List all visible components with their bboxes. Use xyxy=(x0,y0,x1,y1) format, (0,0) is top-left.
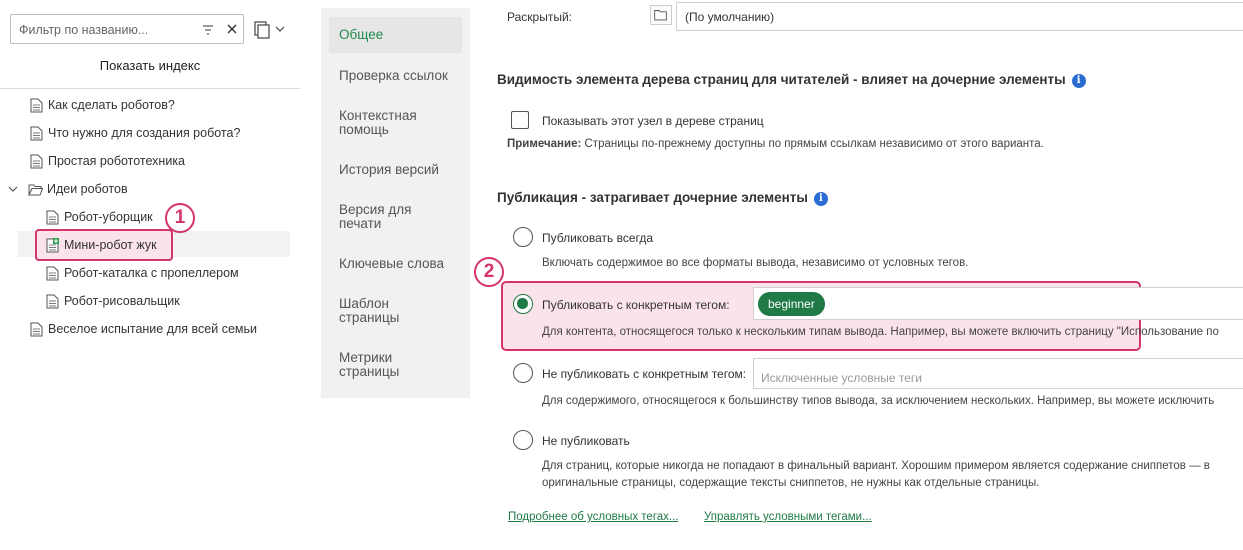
nav-item-link-check[interactable]: Проверка ссылок xyxy=(329,69,462,83)
nav-item-page-template[interactable]: Шаблон страницы xyxy=(329,297,419,325)
copy-dropdown-icon[interactable] xyxy=(254,19,288,39)
tree-item-label: Простая робототехника xyxy=(48,154,186,168)
never-publish-desc-2: оригинальные страницы, содержащие тексты… xyxy=(542,477,1040,489)
page-icon xyxy=(46,266,59,280)
nav-item-keywords[interactable]: Ключевые слова xyxy=(329,257,462,271)
tree-item[interactable]: Простая робототехника xyxy=(30,148,185,174)
folder-icon[interactable] xyxy=(650,5,672,25)
chevron-down-icon[interactable] xyxy=(8,184,18,194)
info-icon[interactable]: i xyxy=(1071,74,1086,88)
tree-item-label: Как сделать роботов? xyxy=(48,98,175,112)
included-tags-input[interactable] xyxy=(753,287,1243,320)
settings-nav: Общее Проверка ссылок Контекстная помощь… xyxy=(321,8,470,398)
tree-item-label: Робот-рисовальщик xyxy=(64,294,180,308)
note-label: Примечание: xyxy=(507,138,582,150)
tree-item-label: Робот-уборщик xyxy=(64,210,153,224)
callout-badge-2: 2 xyxy=(474,257,504,287)
tree-item-label: Что нужно для создания робота? xyxy=(48,126,241,140)
expanded-label: Раскрытый: xyxy=(507,10,572,24)
note-text: Примечание: Страницы по-прежнему доступн… xyxy=(507,138,1044,150)
never-publish-desc-1: Для страниц, которые никогда не попадают… xyxy=(542,460,1210,472)
nav-item-version-history[interactable]: История версий xyxy=(329,163,462,177)
learn-more-link[interactable]: Подробнее об условных тегах... xyxy=(508,511,679,523)
tree-folder-item[interactable]: Идеи роботов xyxy=(8,176,128,202)
tree-item[interactable]: Робот-уборщик xyxy=(46,204,153,230)
divider xyxy=(0,88,300,89)
tree-item[interactable]: Что нужно для создания робота? xyxy=(30,120,240,146)
tree-panel: Показать индекс 1 Как сделать роботов? Ч… xyxy=(0,0,300,550)
visibility-title-text: Видимость элемента дерева страниц для чи… xyxy=(497,72,1066,87)
filter-box xyxy=(10,14,244,44)
page-icon xyxy=(30,322,43,336)
nav-item-context-help[interactable]: Контекстная помощь xyxy=(329,109,439,137)
tree-item-selected[interactable]: Мини-робот жук xyxy=(46,232,157,258)
close-icon[interactable] xyxy=(225,22,239,36)
publish-without-tag-desc: Для содержимого, относящегося к большинс… xyxy=(542,395,1215,407)
tree-item-label: Робот-каталка с пропеллером xyxy=(64,266,239,280)
note-body: Страницы по-прежнему доступны по прямым … xyxy=(581,138,1044,150)
general-settings: Раскрытый: (По умолчанию) Видимость элем… xyxy=(470,0,1243,550)
publish-section-title: Публикация - затрагивает дочерние элемен… xyxy=(497,190,828,206)
nav-item-general[interactable]: Общее xyxy=(329,17,462,53)
nav-item-page-metrics[interactable]: Метрики страницы xyxy=(329,351,419,379)
publish-title-text: Публикация - затрагивает дочерние элемен… xyxy=(497,190,808,205)
radio-publish-always[interactable] xyxy=(513,227,533,247)
tree-item-label: Мини-робот жук xyxy=(64,238,157,252)
publish-with-tag-desc: Для контента, относящегося только к неск… xyxy=(542,326,1219,338)
filter-icon[interactable] xyxy=(201,23,215,37)
page-icon xyxy=(46,210,59,224)
tree-item-label: Идеи роботов xyxy=(47,182,128,196)
new-page-icon xyxy=(46,237,59,252)
never-publish-label: Не публиковать xyxy=(542,434,630,448)
publish-always-label: Публиковать всегда xyxy=(542,231,654,245)
callout-badge-1: 1 xyxy=(165,203,195,233)
page-icon xyxy=(30,98,43,112)
filter-input[interactable] xyxy=(19,21,189,39)
publish-without-tag-label: Не публиковать с конкретным тегом: xyxy=(542,367,747,381)
radio-publish-without-tag[interactable] xyxy=(513,363,533,383)
publish-always-desc: Включать содержимое во все форматы вывод… xyxy=(542,257,969,269)
publish-with-tag-label: Публиковать с конкретным тегом: xyxy=(542,298,730,312)
page-root: Показать индекс 1 Как сделать роботов? Ч… xyxy=(0,0,1243,550)
nav-item-print-version[interactable]: Версия для печати xyxy=(329,203,429,231)
show-node-label: Показывать этот узел в дереве страниц xyxy=(542,114,764,128)
page-icon xyxy=(30,154,43,168)
visibility-section-title: Видимость элемента дерева страниц для чи… xyxy=(497,72,1086,88)
page-icon xyxy=(46,294,59,308)
radio-never-publish[interactable] xyxy=(513,430,533,450)
radio-publish-with-tag[interactable] xyxy=(513,294,533,314)
expanded-select[interactable]: (По умолчанию) xyxy=(676,2,1243,31)
folder-open-icon xyxy=(28,184,43,195)
tree-item[interactable]: Как сделать роботов? xyxy=(30,92,175,118)
excluded-tags-input[interactable] xyxy=(753,358,1243,389)
tree-item-label: Веселое испытание для всей семьи xyxy=(48,322,257,336)
tree-item[interactable]: Робот-каталка с пропеллером xyxy=(46,260,239,286)
tree-item[interactable]: Робот-рисовальщик xyxy=(46,288,180,314)
page-icon xyxy=(30,126,43,140)
tag-chip[interactable]: beginner xyxy=(758,292,825,316)
show-index-button[interactable]: Показать индекс xyxy=(0,58,300,73)
show-node-checkbox[interactable] xyxy=(511,111,529,129)
manage-tags-link[interactable]: Управлять условными тегами... xyxy=(704,511,872,523)
info-icon[interactable]: i xyxy=(813,192,828,206)
tree-item[interactable]: Веселое испытание для всей семьи xyxy=(30,316,257,342)
